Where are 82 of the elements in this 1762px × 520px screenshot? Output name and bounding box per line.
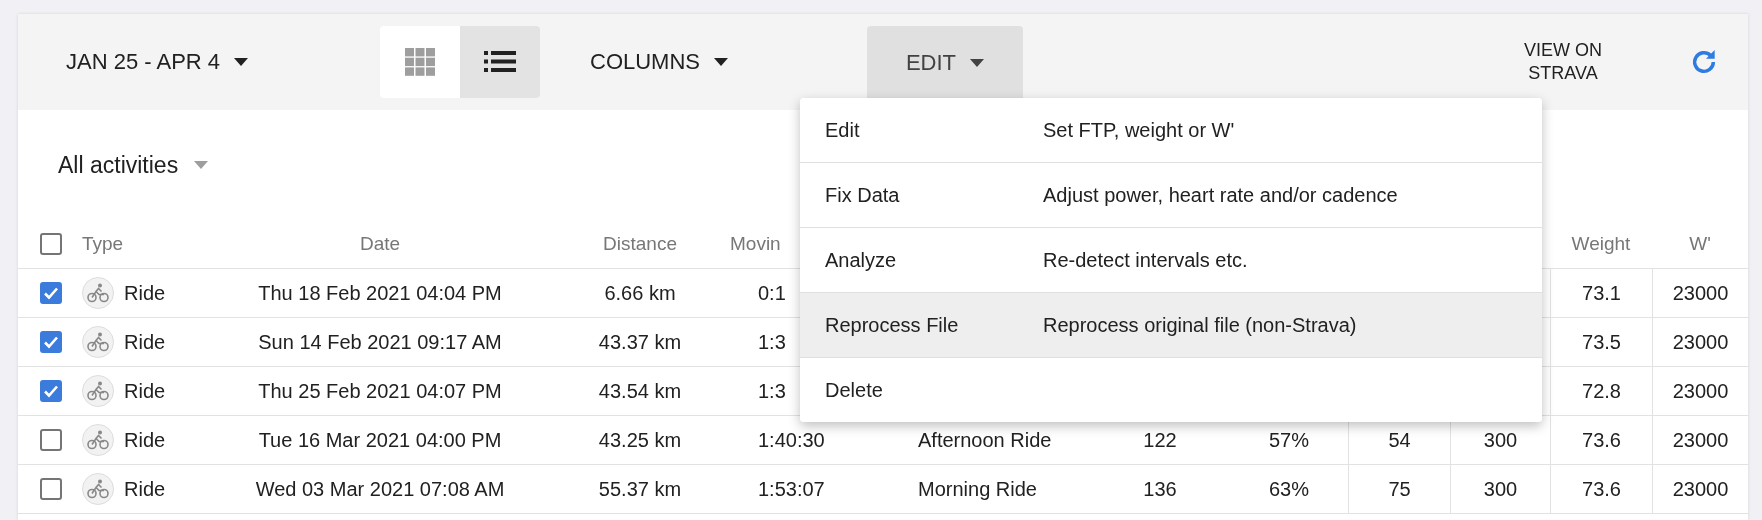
table-cell: 122 (1143, 428, 1177, 452)
bicycle-icon (87, 430, 109, 450)
table-cell: 73.5 (1582, 330, 1621, 354)
table-cell: 23000 (1672, 477, 1729, 501)
menu-item-description: Re-detect intervals etc. (1043, 248, 1248, 272)
table-cell: 73.6 (1582, 477, 1621, 501)
bicycle-icon (87, 479, 109, 499)
table-cell: Ride (124, 330, 166, 354)
row-checkbox[interactable] (40, 478, 62, 500)
table-cell: 72.8 (1582, 379, 1621, 403)
table-cell: 43.54 km (598, 379, 682, 403)
row-checkbox[interactable] (40, 331, 62, 353)
row-checkbox[interactable] (40, 429, 62, 451)
column-header[interactable]: Distance (603, 233, 677, 255)
table-cell: 1:53:07 (758, 477, 825, 501)
table-cell: 6.66 km (604, 281, 676, 305)
menu-item[interactable]: Reprocess File Reprocess original file (non-Strava) (800, 292, 1542, 357)
column-header[interactable]: Date (359, 233, 401, 255)
table-cell: 23000 (1672, 428, 1729, 452)
table-cell: Ride (124, 379, 166, 403)
select-all-checkbox[interactable] (40, 233, 62, 255)
menu-item[interactable]: Fix Data Adjust power, heart rate and/or cadence (800, 162, 1542, 227)
menu-item[interactable]: Edit Set FTP, weight or W' (800, 98, 1542, 162)
column-header[interactable]: Type (82, 233, 124, 255)
caret-icon (234, 58, 249, 66)
table-cell: 23000 (1672, 330, 1729, 354)
table-cell: 73.6 (1582, 428, 1621, 452)
table-cell: 300 (1483, 428, 1518, 452)
grid-icon (405, 48, 435, 76)
menu-item-label: Reprocess File (825, 313, 960, 337)
list-view-button[interactable] (460, 26, 540, 98)
bicycle-icon (87, 332, 109, 352)
view-on-strava-link[interactable]: VIEW ON STRAVA (1498, 38, 1628, 86)
table-cell: Ride (124, 281, 166, 305)
date-range-dropdown[interactable]: JAN 25 - APR 4 (66, 49, 380, 75)
column-header[interactable]: Movin (730, 233, 781, 255)
caret-icon (194, 161, 209, 169)
table-cell: Afternoon Ride (918, 428, 1052, 452)
table-cell: Morning Ride (918, 477, 1037, 501)
table-cell: Tue 16 Mar 2021 04:00 PM (258, 428, 502, 452)
table-cell: 23000 (1672, 379, 1729, 403)
menu-item-label: Delete (825, 378, 884, 402)
menu-item-label: Edit (825, 118, 861, 142)
table-cell: 1:3 (758, 379, 786, 403)
menu-item-description: Reprocess original file (non-Strava) (1043, 313, 1357, 337)
menu-item-label: Fix Data (825, 183, 901, 207)
activity-filter-dropdown[interactable]: All activities (58, 151, 298, 179)
table-cell: 54 (1388, 428, 1411, 452)
row-checkbox[interactable] (40, 282, 62, 304)
columns-dropdown[interactable]: COLUMNS (590, 49, 817, 75)
table-cell: 1:3 (758, 330, 786, 354)
table-cell: Ride (124, 428, 166, 452)
row-checkbox[interactable] (40, 380, 62, 402)
caret-icon (970, 58, 985, 67)
menu-item-label: Analyze (825, 248, 898, 272)
bicycle-icon (87, 381, 109, 401)
table-cell: 0:1 (758, 281, 786, 305)
table-cell: Ride (124, 477, 166, 501)
bicycle-icon (87, 283, 109, 303)
column-header[interactable]: Weight (1571, 233, 1631, 255)
menu-item-description: Set FTP, weight or W' (1043, 118, 1235, 142)
table-cell: 1:40:30 (758, 428, 825, 452)
table-cell: 75 (1388, 477, 1411, 501)
table-cell: 55.37 km (598, 477, 682, 501)
table-cell: 300 (1483, 477, 1518, 501)
caret-icon (714, 58, 728, 66)
table-cell: Sun 14 Feb 2021 09:17 AM (258, 330, 502, 354)
table-cell: 57% (1269, 428, 1309, 452)
table-cell: 43.25 km (598, 428, 682, 452)
list-icon (484, 51, 516, 73)
table-cell: Thu 18 Feb 2021 04:04 PM (258, 281, 502, 305)
table-cell: Wed 03 Mar 2021 07:08 AM (255, 477, 505, 501)
menu-item-description: Adjust power, heart rate and/or cadence (1043, 183, 1398, 207)
menu-item[interactable]: Analyze Re-detect intervals etc. (800, 227, 1542, 292)
column-header[interactable]: W' (1689, 233, 1711, 255)
table-cell: Thu 25 Feb 2021 04:07 PM (258, 379, 502, 403)
table-cell: 63% (1269, 477, 1309, 501)
table-cell: 73.1 (1582, 281, 1621, 305)
menu-item[interactable]: Delete (800, 357, 1542, 422)
table-cell: 43.37 km (598, 330, 682, 354)
table-cell: 23000 (1672, 281, 1729, 305)
table-cell: 136 (1143, 477, 1177, 501)
